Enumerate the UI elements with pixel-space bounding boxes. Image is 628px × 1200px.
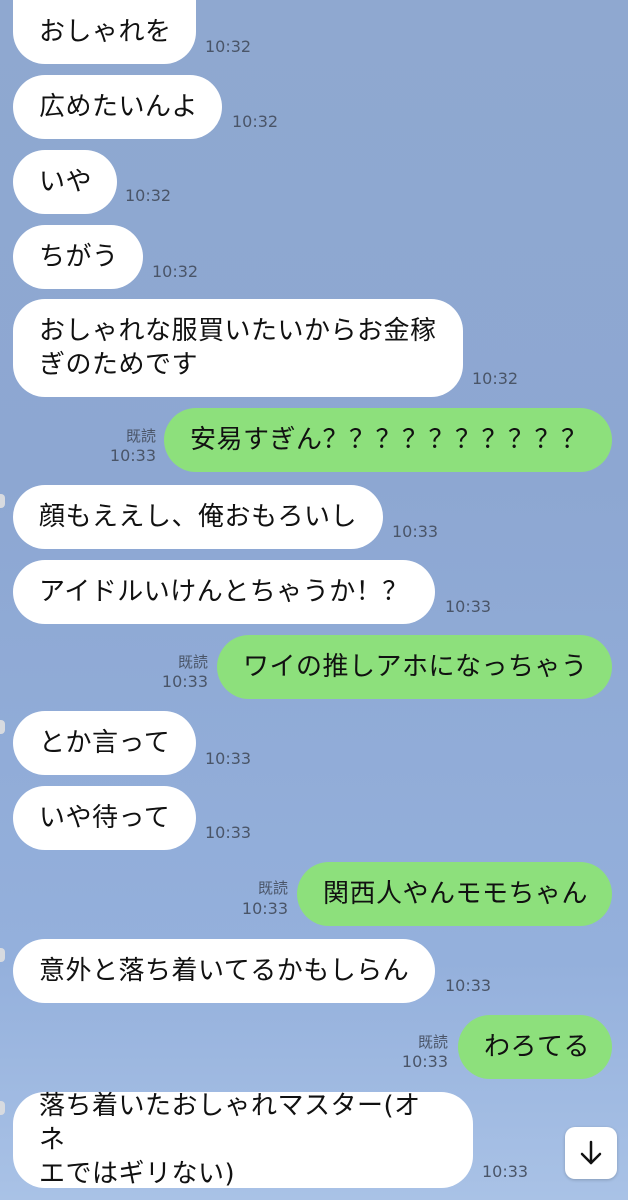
message-bubble-incoming[interactable]: 落ち着いたおしゃれマスター(オネ エではギリない) (13, 1091, 473, 1189)
message-time: 10:33 (109, 446, 156, 465)
message-text: おしゃれを (39, 17, 172, 47)
message-time: 10:32 (232, 112, 279, 131)
message-text: 安易すぎん？？？？？？？？？？ (190, 425, 588, 455)
message-time: 10:33 (482, 1162, 529, 1181)
message-text: とか言って (39, 728, 171, 758)
scroll-to-bottom-button[interactable] (565, 1127, 617, 1179)
message-time: 10:32 (125, 186, 172, 205)
message-bubble-incoming[interactable]: おしゃれな服買いたいからお金稼 ぎのためです (13, 299, 463, 397)
message-bubble-incoming[interactable]: ちがう (13, 225, 143, 289)
message-time: 10:33 (161, 672, 208, 691)
message-bubble-incoming[interactable]: 広めたいんよ (13, 75, 222, 139)
avatar (0, 720, 5, 734)
message-text-line: おしゃれな服買いたいからお金稼 (39, 316, 437, 346)
message-text: いや (39, 167, 93, 197)
message-bubble-incoming[interactable]: とか言って (13, 711, 196, 775)
read-receipt: 既読 (417, 1033, 448, 1051)
arrow-down-icon (580, 1140, 602, 1165)
message-text: ワイの推しアホになっちゃう (243, 652, 588, 682)
message-bubble-incoming[interactable]: おしゃれを (13, 0, 196, 64)
message-bubble-incoming[interactable]: いや (13, 150, 117, 214)
message-time: 10:32 (205, 37, 252, 56)
message-text-line: ぎのためです (39, 350, 199, 380)
message-bubble-incoming[interactable]: 顔もええし、俺おもろいし (13, 485, 383, 549)
message-time: 10:33 (205, 749, 252, 768)
avatar (0, 494, 5, 508)
avatar (0, 1101, 5, 1115)
message-text-line: エではギリない) (39, 1159, 236, 1189)
message-text: 関西人やんモモちゃん (323, 879, 589, 909)
read-receipt: 既読 (257, 879, 288, 897)
message-time: 10:32 (152, 262, 199, 281)
message-text: 広めたいんよ (39, 92, 199, 122)
avatar (0, 948, 5, 962)
message-text-line: 落ち着いたおしゃれマスター(オネ (39, 1091, 421, 1155)
message-time: 10:33 (392, 522, 439, 541)
message-bubble-outgoing[interactable]: ワイの推しアホになっちゃう (217, 635, 612, 699)
message-bubble-outgoing[interactable]: 安易すぎん？？？？？？？？？？ (164, 408, 612, 472)
message-time: 10:32 (472, 369, 519, 388)
message-time: 10:33 (445, 597, 492, 616)
message-text: わろてる (484, 1032, 591, 1062)
message-text: 意外と落ち着いてるかもしらん (39, 956, 410, 986)
message-bubble-outgoing[interactable]: わろてる (458, 1015, 612, 1079)
chat-area[interactable]: おしゃれを 10:32 広めたいんよ 10:32 いや 10:32 ちがう 10… (0, 0, 628, 1200)
message-bubble-outgoing[interactable]: 関西人やんモモちゃん (297, 862, 612, 926)
message-text: 顔もええし、俺おもろいし (39, 502, 358, 532)
message-text: ちがう (39, 242, 119, 272)
message-time: 10:33 (205, 823, 252, 842)
message-bubble-incoming[interactable]: いや待って (13, 786, 196, 850)
message-text: いや待って (39, 803, 171, 833)
message-time: 10:33 (401, 1052, 448, 1071)
message-bubble-incoming[interactable]: アイドルいけんとちゃうか！？ (13, 560, 435, 624)
message-bubble-incoming[interactable]: 意外と落ち着いてるかもしらん (13, 939, 435, 1003)
read-receipt: 既読 (125, 427, 156, 445)
message-text: アイドルいけんとちゃうか！？ (39, 577, 409, 607)
message-time: 10:33 (241, 899, 288, 918)
message-time: 10:33 (445, 976, 492, 995)
read-receipt: 既読 (177, 653, 208, 671)
